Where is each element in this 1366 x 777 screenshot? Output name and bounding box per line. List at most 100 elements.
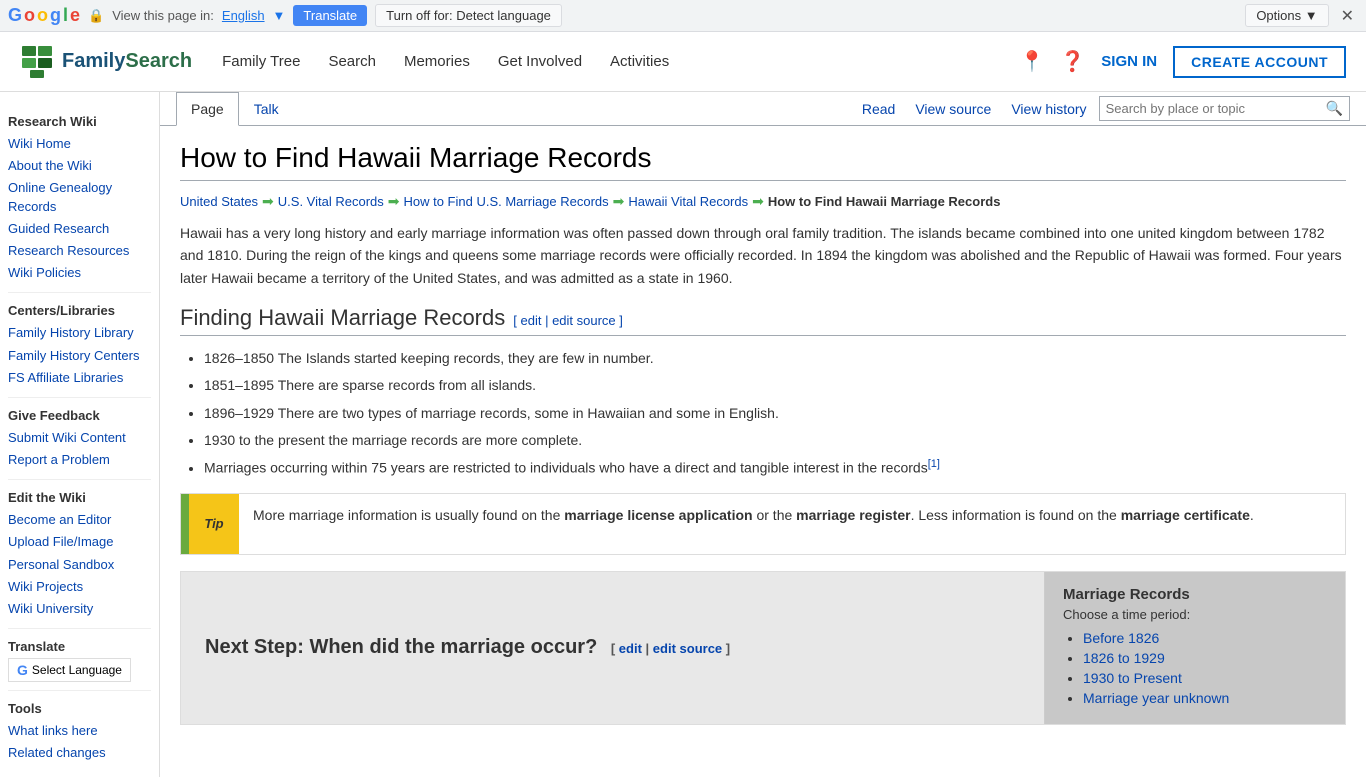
page-layout: Research Wiki Wiki Home About the Wiki O…	[0, 92, 1366, 777]
search-input[interactable]	[1106, 101, 1326, 116]
sidebar: Research Wiki Wiki Home About the Wiki O…	[0, 92, 160, 777]
bottom-right-cell: Marriage Records Choose a time period: B…	[1045, 572, 1345, 724]
search-box: 🔍	[1099, 96, 1350, 121]
finding-title-text: Finding Hawaii Marriage Records	[180, 305, 505, 331]
sidebar-tools-title: Tools	[8, 701, 151, 716]
tip-bold-2: marriage register	[796, 507, 910, 523]
period-unknown[interactable]: Marriage year unknown	[1083, 690, 1229, 706]
sidebar-item-fhl[interactable]: Family History Library	[8, 322, 151, 344]
nav-memories[interactable]: Memories	[404, 53, 470, 70]
sidebar-research-wiki-title: Research Wiki	[8, 114, 151, 129]
breadcrumb-vital[interactable]: U.S. Vital Records	[278, 194, 384, 209]
edit-link[interactable]: edit	[520, 313, 541, 328]
sidebar-item-related-changes[interactable]: Related changes	[8, 742, 151, 764]
sidebar-item-university[interactable]: Wiki University	[8, 598, 151, 620]
choose-period: Choose a time period:	[1063, 607, 1327, 622]
help-icon[interactable]: ❓	[1060, 49, 1085, 74]
select-language-label: Select Language	[32, 663, 122, 677]
location-icon[interactable]: 📍	[1019, 49, 1044, 74]
next-step-edit-source-link[interactable]: edit source	[653, 641, 722, 656]
tab-view-source[interactable]: View source	[907, 97, 999, 121]
sidebar-item-projects[interactable]: Wiki Projects	[8, 576, 151, 598]
tab-right: Read View source View history 🔍	[854, 96, 1350, 125]
logo-svg	[20, 44, 56, 80]
tab-view-history[interactable]: View history	[1003, 97, 1094, 121]
sidebar-item-sandbox[interactable]: Personal Sandbox	[8, 554, 151, 576]
sidebar-item-affiliate[interactable]: FS Affiliate Libraries	[8, 367, 151, 389]
sidebar-item-fhc[interactable]: Family History Centers	[8, 345, 151, 367]
list-item: 1826 to 1929	[1083, 650, 1327, 666]
tab-read[interactable]: Read	[854, 97, 903, 121]
tab-page[interactable]: Page	[176, 92, 239, 126]
select-language-button[interactable]: G Select Language	[8, 658, 131, 682]
logo-text: FamilySearch	[62, 50, 192, 73]
period-1930-present[interactable]: 1930 to Present	[1083, 670, 1182, 686]
breadcrumb-current: How to Find Hawaii Marriage Records	[768, 194, 1001, 209]
breadcrumb-hawaii-vital[interactable]: Hawaii Vital Records	[628, 194, 748, 209]
list-item: Marriages occurring within 75 years are …	[204, 455, 1346, 481]
breadcrumb-arrow-1: ➡	[262, 193, 274, 210]
list-item: 1930 to Present	[1083, 670, 1327, 686]
article-list: 1826–1850 The Islands started keeping re…	[204, 346, 1346, 481]
next-step-title: Next Step: When did the marriage occur? …	[205, 636, 730, 659]
breadcrumb-us[interactable]: United States	[180, 194, 258, 209]
translate-button[interactable]: Translate	[293, 5, 367, 26]
nav-get-involved[interactable]: Get Involved	[498, 53, 582, 70]
close-button[interactable]: ✕	[1337, 6, 1358, 26]
article-title: How to Find Hawaii Marriage Records	[180, 142, 1346, 181]
sidebar-feedback-title: Give Feedback	[8, 408, 151, 423]
logo-link[interactable]: FamilySearch	[20, 44, 192, 80]
breadcrumb-arrow-4: ➡	[752, 193, 764, 210]
sidebar-item-guided[interactable]: Guided Research	[8, 218, 151, 240]
article-intro: Hawaii has a very long history and early…	[180, 222, 1346, 289]
sidebar-item-about[interactable]: About the Wiki	[8, 155, 151, 177]
lock-icon: 🔒	[88, 8, 104, 24]
period-1826-1929[interactable]: 1826 to 1929	[1083, 650, 1165, 666]
breadcrumb-us-marriage[interactable]: How to Find U.S. Marriage Records	[403, 194, 608, 209]
breadcrumb-arrow-3: ➡	[613, 193, 625, 210]
tip-stripe	[181, 494, 189, 554]
sidebar-divider-2	[8, 397, 151, 398]
list-item: 1826–1850 The Islands started keeping re…	[204, 346, 1346, 371]
language-link[interactable]: English	[222, 8, 265, 23]
google-logo: Google	[8, 5, 80, 26]
sidebar-item-upload[interactable]: Upload File/Image	[8, 531, 151, 553]
list-item: 1896–1929 There are two types of marriag…	[204, 401, 1346, 426]
bottom-left-cell: Next Step: When did the marriage occur? …	[181, 572, 1045, 724]
nav-activities[interactable]: Activities	[610, 53, 669, 70]
sidebar-item-become-editor[interactable]: Become an Editor	[8, 509, 151, 531]
sidebar-item-report[interactable]: Report a Problem	[8, 449, 151, 471]
next-step-edit-link[interactable]: edit	[619, 641, 642, 656]
section-edit: [ edit | edit source ]	[513, 313, 623, 328]
sign-in-button[interactable]: SIGN IN	[1101, 53, 1157, 70]
sidebar-divider-4	[8, 628, 151, 629]
list-item: Marriage year unknown	[1083, 690, 1327, 706]
period-before-1826[interactable]: Before 1826	[1083, 630, 1159, 646]
sidebar-item-wiki-home[interactable]: Wiki Home	[8, 133, 151, 155]
turnoff-button[interactable]: Turn off for: Detect language	[375, 4, 562, 27]
sidebar-item-submit[interactable]: Submit Wiki Content	[8, 427, 151, 449]
period-list: Before 1826 1826 to 1929 1930 to Present…	[1083, 630, 1327, 706]
list-item: 1851–1895 There are sparse records from …	[204, 373, 1346, 398]
sidebar-item-resources[interactable]: Research Resources	[8, 240, 151, 262]
nav-search[interactable]: Search	[328, 53, 376, 70]
options-button[interactable]: Options ▼	[1245, 4, 1328, 27]
edit-source-link[interactable]: edit source	[552, 313, 616, 328]
create-account-button[interactable]: CREATE ACCOUNT	[1173, 46, 1346, 78]
sidebar-divider-1	[8, 292, 151, 293]
tab-talk[interactable]: Talk	[239, 92, 294, 126]
breadcrumb: United States ➡ U.S. Vital Records ➡ How…	[180, 193, 1346, 210]
language-dropdown[interactable]: ▼	[273, 8, 286, 23]
nav-family-tree[interactable]: Family Tree	[222, 53, 300, 70]
sidebar-edit-title: Edit the Wiki	[8, 490, 151, 505]
sidebar-translate-title: Translate	[8, 639, 151, 654]
tip-box: Tip More marriage information is usually…	[180, 493, 1346, 555]
content-area: Page Talk Read View source View history …	[160, 92, 1366, 777]
list-item: 1930 to the present the marriage records…	[204, 428, 1346, 453]
sidebar-item-what-links[interactable]: What links here	[8, 720, 151, 742]
tip-text-content: More marriage information is usually fou…	[239, 494, 1345, 536]
sidebar-item-genealogy[interactable]: Online Genealogy Records	[8, 177, 151, 217]
sidebar-item-policies[interactable]: Wiki Policies	[8, 262, 151, 284]
main-nav: FamilySearch Family Tree Search Memories…	[0, 32, 1366, 92]
search-button[interactable]: 🔍	[1326, 100, 1343, 117]
